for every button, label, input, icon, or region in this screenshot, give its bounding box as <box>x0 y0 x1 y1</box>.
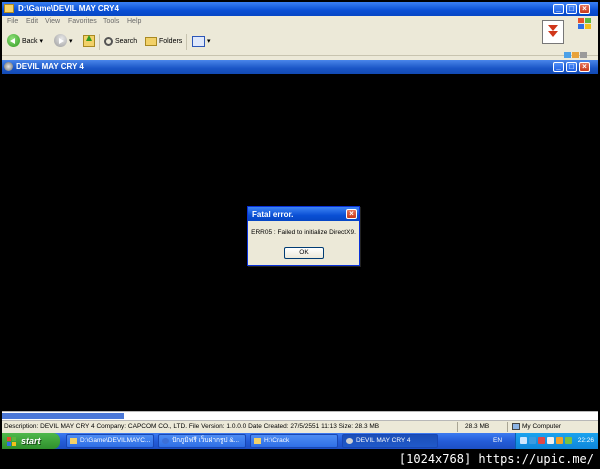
folders-button[interactable]: Folders <box>145 34 182 50</box>
dropdown-arrow-icon: ▾ <box>206 38 211 45</box>
game-minimize-button[interactable]: _ <box>553 62 564 72</box>
folder-icon <box>4 4 14 13</box>
game-app-icon <box>4 62 13 71</box>
dialog-message: ERR05 : Failed to initialize DirectX9. <box>251 229 356 236</box>
status-description: Description: DEVIL MAY CRY 4 Company: CA… <box>4 423 380 430</box>
taskbar-item-browser[interactable]: ปักภูมิฟรี เว็บฝากรูป &... <box>158 434 246 448</box>
clock[interactable]: 22:26 <box>578 437 594 444</box>
game-title-bar[interactable]: DEVIL MAY CRY 4 _ □ × <box>2 60 598 74</box>
game-title: DEVIL MAY CRY 4 <box>16 62 84 71</box>
search-label: Search <box>114 38 138 45</box>
toolbar-divider <box>99 34 100 50</box>
back-label: Back <box>21 38 38 45</box>
load-progress-bar <box>2 411 598 420</box>
start-button[interactable]: start <box>2 433 60 449</box>
menu-bar: File Edit View Favorites Tools Help <box>2 16 598 29</box>
up-folder-icon <box>83 35 95 48</box>
taskbar: start D:\Game\DEVILMAYC... ปักภูมิฟรี เว… <box>2 433 598 449</box>
close-button[interactable]: × <box>579 4 590 14</box>
system-tray: 22:26 <box>515 433 598 449</box>
explorer-title-bar[interactable]: D:\Game\DEVIL MAY CRY4 _ □ × <box>2 2 598 16</box>
forward-button[interactable]: ▾ <box>54 33 73 50</box>
taskbar-item-crack-folder[interactable]: H:\Crack <box>250 434 338 448</box>
folder-icon <box>254 438 261 444</box>
connection-status-icon <box>564 52 587 60</box>
menu-favorites[interactable]: Favorites <box>68 18 97 25</box>
dropdown-arrow-icon: ▾ <box>68 38 73 45</box>
menu-edit[interactable]: Edit <box>26 18 38 25</box>
fatal-error-dialog: Fatal error. × ERR05 : Failed to initial… <box>247 206 360 266</box>
download-arrow-icon[interactable] <box>542 20 564 44</box>
security-alert-icon[interactable] <box>556 437 563 444</box>
search-icon <box>104 36 113 46</box>
folders-label: Folders <box>158 38 183 45</box>
game-maximize-button[interactable]: □ <box>566 62 577 72</box>
status-bar: Description: DEVIL MAY CRY 4 Company: CA… <box>2 420 598 433</box>
back-button[interactable]: Back ▾ <box>7 33 43 50</box>
progress-fill <box>2 413 124 419</box>
language-indicator[interactable]: EN <box>493 437 502 444</box>
toolbar-divider <box>186 34 187 50</box>
antivirus-icon[interactable] <box>538 437 545 444</box>
dialog-close-button[interactable]: × <box>346 209 357 219</box>
views-icon <box>192 35 205 47</box>
taskbar-item-explorer[interactable]: D:\Game\DEVILMAYC... <box>66 434 154 448</box>
menu-file[interactable]: File <box>7 18 18 25</box>
desktop-screen: D:\Game\DEVIL MAY CRY4 _ □ × File Edit V… <box>2 2 598 449</box>
screenshot-frame: D:\Game\DEVIL MAY CRY4 _ □ × File Edit V… <box>0 0 600 469</box>
volume-icon[interactable] <box>547 437 554 444</box>
my-computer-icon <box>512 423 520 430</box>
help-icon[interactable] <box>520 437 527 444</box>
back-arrow-icon <box>7 33 20 47</box>
maximize-button[interactable]: □ <box>566 4 577 14</box>
taskbar-item-label: D:\Game\DEVILMAYC... <box>80 437 151 444</box>
dropdown-arrow-icon: ▾ <box>39 38 43 45</box>
image-caption: [1024x768] https://upic.me/ <box>0 450 600 469</box>
caption-text: [1024x768] https://upic.me/ <box>398 452 594 466</box>
browser-icon <box>162 438 169 444</box>
taskbar-item-label: DEVIL MAY CRY 4 <box>356 437 411 444</box>
status-divider <box>507 422 508 432</box>
folders-icon <box>145 36 157 46</box>
explorer-title: D:\Game\DEVIL MAY CRY4 <box>18 4 119 13</box>
views-button[interactable]: ▾ <box>192 34 210 50</box>
folder-icon <box>70 438 77 444</box>
menu-help[interactable]: Help <box>127 18 141 25</box>
up-folder-button[interactable] <box>83 34 95 50</box>
menu-tools[interactable]: Tools <box>103 18 119 25</box>
status-size: 28.3 MB <box>465 423 490 430</box>
update-icon[interactable] <box>565 437 572 444</box>
start-label: start <box>21 436 41 446</box>
forward-arrow-icon <box>54 33 67 47</box>
game-app-icon <box>346 438 353 444</box>
network-icon[interactable] <box>529 437 536 444</box>
explorer-toolbar: Back ▾ ▾ Search Folders ▾ <box>2 29 598 56</box>
windows-flag-icon <box>7 437 17 446</box>
dialog-title: Fatal error. <box>252 210 294 219</box>
menu-view[interactable]: View <box>45 18 60 25</box>
search-button[interactable]: Search <box>104 34 137 50</box>
taskbar-item-label: H:\Crack <box>264 437 290 444</box>
status-location-label: My Computer <box>522 423 562 431</box>
minimize-button[interactable]: _ <box>553 4 564 14</box>
game-close-button[interactable]: × <box>579 62 590 72</box>
taskbar-item-game[interactable]: DEVIL MAY CRY 4 <box>342 434 438 448</box>
status-divider <box>457 422 458 432</box>
dialog-title-bar[interactable]: Fatal error. × <box>248 207 359 221</box>
taskbar-item-label: ปักภูมิฟรี เว็บฝากรูป &... <box>172 437 240 444</box>
status-location: My Computer <box>512 423 561 430</box>
ok-button[interactable]: OK <box>284 247 324 259</box>
